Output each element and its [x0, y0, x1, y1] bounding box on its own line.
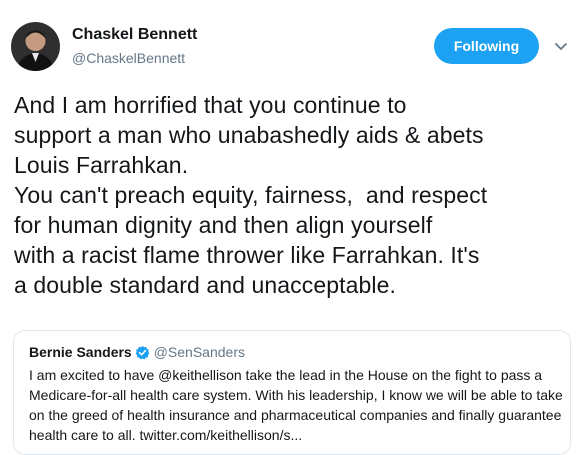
author-display-name[interactable]: Chaskel Bennett [72, 26, 197, 44]
quoted-tweet-text: I am excited to have @keithellison take … [29, 367, 563, 443]
quoted-tweet-header: Bernie Sanders @SenSanders [29, 344, 245, 360]
following-button[interactable]: Following [434, 28, 539, 64]
quoted-tweet-card[interactable]: Bernie Sanders @SenSanders I am excited … [13, 330, 571, 455]
quoted-author-handle: @SenSanders [153, 344, 245, 360]
verified-badge-icon [135, 345, 150, 360]
author-handle[interactable]: @ChaskelBennett [72, 50, 185, 66]
chevron-down-icon[interactable] [553, 38, 569, 54]
tweet-text: And I am horrified that you continue to … [14, 92, 488, 298]
avatar[interactable] [11, 22, 60, 71]
quoted-author-name: Bernie Sanders [29, 344, 132, 360]
